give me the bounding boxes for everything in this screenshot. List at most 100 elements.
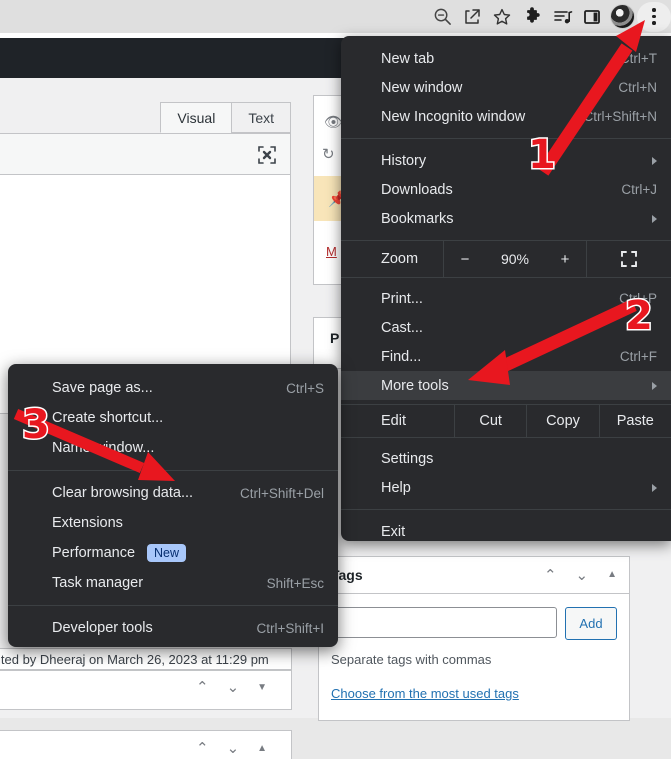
submenu-item-create-shortcut[interactable]: Create shortcut...	[8, 403, 338, 433]
chevron-right-icon	[652, 156, 657, 165]
menu-item-label: Clear browsing data...	[52, 485, 194, 501]
post-editor-panel: Visual Text	[0, 100, 291, 414]
menu-item-new-window[interactable]: New window Ctrl+N	[341, 73, 671, 102]
chrome-menu-kebab[interactable]	[637, 1, 671, 32]
submenu-separator	[8, 470, 338, 471]
menu-item-label: Save page as...	[52, 380, 153, 396]
screenshot-root: Visual Text 👁 ↻ 📌 M P ited by Dheeraj on…	[0, 0, 671, 759]
share-icon[interactable]	[457, 2, 487, 32]
submenu-item-developer-tools[interactable]: Developer tools Ctrl+Shift+I	[8, 613, 338, 643]
chevron-right-icon	[652, 214, 657, 223]
menu-item-help[interactable]: Help	[341, 473, 671, 502]
submenu-separator	[8, 605, 338, 606]
annotation-number-2: 2	[624, 293, 655, 339]
menu-item-settings[interactable]: Settings	[341, 444, 671, 473]
menu-item-new-incognito-window[interactable]: New Incognito window Ctrl+Shift+N	[341, 102, 671, 131]
zoom-controls: − 90% +	[442, 241, 586, 277]
submenu-item-clear-browsing-data[interactable]: Clear browsing data... Ctrl+Shift+Del	[8, 478, 338, 508]
menu-item-accel: Ctrl+J	[621, 182, 657, 197]
most-used-tags-link[interactable]: Choose from the most used tags	[331, 686, 519, 701]
chevron-down-icon[interactable]: ⌄	[576, 568, 589, 583]
menu-item-label: Downloads	[381, 181, 453, 198]
menu-item-label: Print...	[381, 290, 423, 307]
tab-visual[interactable]: Visual	[160, 102, 233, 133]
submenu-item-performance[interactable]: Performance New	[8, 538, 338, 568]
edit-paste-button[interactable]: Paste	[598, 405, 671, 437]
menu-item-bookmarks[interactable]: Bookmarks	[341, 204, 671, 233]
add-tag-button[interactable]: Add	[565, 607, 617, 640]
format-metabox-title: P	[330, 330, 340, 346]
more-tools-submenu: Save page as... Ctrl+S Create shortcut..…	[8, 364, 338, 647]
annotation-number-3: 3	[21, 402, 52, 448]
menu-item-accel: Ctrl+S	[286, 380, 324, 396]
chrome-main-menu: New tab Ctrl+T New window Ctrl+N New Inc…	[341, 36, 671, 541]
menu-item-label: Bookmarks	[381, 210, 454, 227]
status-refresh-icon[interactable]: ↻	[322, 145, 335, 163]
menu-item-accel: Ctrl+N	[618, 80, 657, 95]
menu-item-label: Name window...	[52, 440, 155, 456]
chevron-up-icon[interactable]: ⌃	[196, 741, 209, 756]
edit-copy-button[interactable]: Copy	[526, 405, 598, 437]
tags-input-row: Add	[331, 607, 617, 640]
menu-separator	[341, 509, 671, 510]
menu-item-label: New window	[381, 79, 463, 96]
menu-item-history[interactable]: History	[341, 146, 671, 175]
submenu-item-task-manager[interactable]: Task manager Shift+Esc	[8, 568, 338, 598]
editor-mode-tabs: Visual Text	[160, 100, 291, 133]
triangle-down-icon[interactable]: ▼	[257, 682, 267, 693]
submenu-item-save-page-as[interactable]: Save page as... Ctrl+S	[8, 373, 338, 403]
submenu-item-name-window[interactable]: Name window...	[8, 433, 338, 463]
zoom-in-button[interactable]: +	[544, 251, 586, 268]
menu-item-downloads[interactable]: Downloads Ctrl+J	[341, 175, 671, 204]
tags-metabox: Tags ⌃ ⌄ ▲ Add Separate tags with commas…	[318, 556, 630, 721]
zoom-out-button[interactable]: −	[444, 251, 486, 268]
menu-item-more-tools[interactable]: More tools	[341, 371, 671, 400]
fullscreen-icon[interactable]	[585, 241, 671, 277]
menu-item-label: New tab	[381, 50, 435, 67]
menu-item-new-tab[interactable]: New tab Ctrl+T	[341, 44, 671, 73]
chevron-up-icon[interactable]: ⌃	[544, 568, 557, 583]
menu-item-label: Help	[381, 479, 411, 496]
avatar	[609, 4, 635, 29]
menu-item-accel: Ctrl+Shift+Del	[239, 485, 324, 501]
chevron-down-icon[interactable]: ⌄	[227, 680, 240, 695]
last-edited-text: ited by Dheeraj on March 26, 2023 at 11:…	[0, 652, 269, 667]
triangle-up-icon[interactable]: ▲	[257, 743, 267, 754]
submenu-item-extensions[interactable]: Extensions	[8, 508, 338, 538]
zoom-label: Zoom	[381, 251, 419, 267]
chevron-right-icon	[652, 483, 657, 492]
profile-avatar[interactable]	[607, 2, 637, 32]
menu-item-cast[interactable]: Cast...	[341, 313, 671, 342]
menu-zoom-row: Zoom − 90% +	[341, 240, 671, 278]
metabox-revisions-controls: ⌃ ⌄ ▼	[196, 680, 267, 695]
metabox-discussion-controls: ⌃ ⌄ ▲	[196, 741, 267, 756]
tags-hint-text: Separate tags with commas	[331, 652, 492, 667]
menu-item-label: Cast...	[381, 319, 423, 336]
tags-metabox-header[interactable]: Tags ⌃ ⌄ ▲	[319, 557, 629, 594]
tags-input[interactable]	[331, 607, 557, 638]
chevron-up-icon[interactable]: ⌃	[196, 680, 209, 695]
menu-item-exit[interactable]: Exit	[341, 517, 671, 541]
tab-text[interactable]: Text	[231, 102, 291, 133]
menu-item-print[interactable]: Print... Ctrl+P	[341, 284, 671, 313]
menu-item-label: Exit	[381, 523, 406, 540]
reading-list-music-icon[interactable]	[547, 2, 577, 32]
menu-item-label: Performance	[52, 545, 136, 561]
menu-item-label: Developer tools	[52, 620, 153, 636]
chevron-down-icon[interactable]: ⌄	[227, 741, 240, 756]
zoom-out-icon[interactable]	[427, 2, 457, 32]
menu-item-label: Find...	[381, 348, 422, 365]
extensions-puzzle-icon[interactable]	[517, 2, 547, 32]
triangle-up-icon[interactable]: ▲	[607, 570, 617, 580]
edit-cut-button[interactable]: Cut	[454, 405, 526, 437]
editor-toolbar-strip	[0, 133, 291, 175]
menu-item-find[interactable]: Find... Ctrl+F	[341, 342, 671, 371]
zoom-level-value: 90%	[500, 251, 529, 267]
side-panel-icon[interactable]	[577, 2, 607, 32]
menu-item-accel: Shift+Esc	[266, 575, 324, 591]
fullscreen-distraction-free-icon[interactable]	[256, 144, 278, 166]
move-to-trash-link[interactable]: M	[326, 244, 337, 259]
menu-item-accel: Ctrl+Shift+N	[583, 109, 657, 124]
bookmark-star-icon[interactable]	[487, 2, 517, 32]
menu-item-accel: Ctrl+F	[619, 349, 657, 364]
